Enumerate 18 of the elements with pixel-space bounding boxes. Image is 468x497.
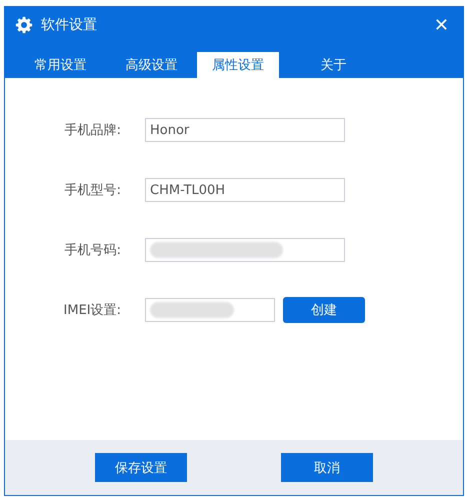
input-field[interactable] [145, 238, 345, 262]
input-field[interactable] [145, 298, 275, 322]
tab[interactable]: 属性设置 [197, 52, 279, 78]
settings-icon [15, 16, 33, 34]
close-button[interactable]: ✕ [430, 14, 453, 36]
input-field[interactable]: CHM-TL00H [145, 178, 345, 202]
field-label: 手机品牌: [64, 122, 121, 139]
input-field[interactable]: Honor [145, 118, 345, 142]
window-title: 软件设置 [41, 16, 98, 34]
cancel-button[interactable]: 取消 [281, 453, 373, 482]
save-button[interactable]: 保存设置 [95, 453, 187, 482]
create-button[interactable]: 创建 [283, 297, 365, 323]
field-label: IMEI设置: [62, 302, 121, 319]
tab[interactable]: 关于 [288, 52, 379, 78]
field-label: 手机型号: [64, 182, 121, 199]
tab[interactable]: 高级设置 [106, 52, 197, 78]
field-label: 手机号码: [64, 242, 121, 259]
tab[interactable]: 常用设置 [15, 52, 106, 78]
